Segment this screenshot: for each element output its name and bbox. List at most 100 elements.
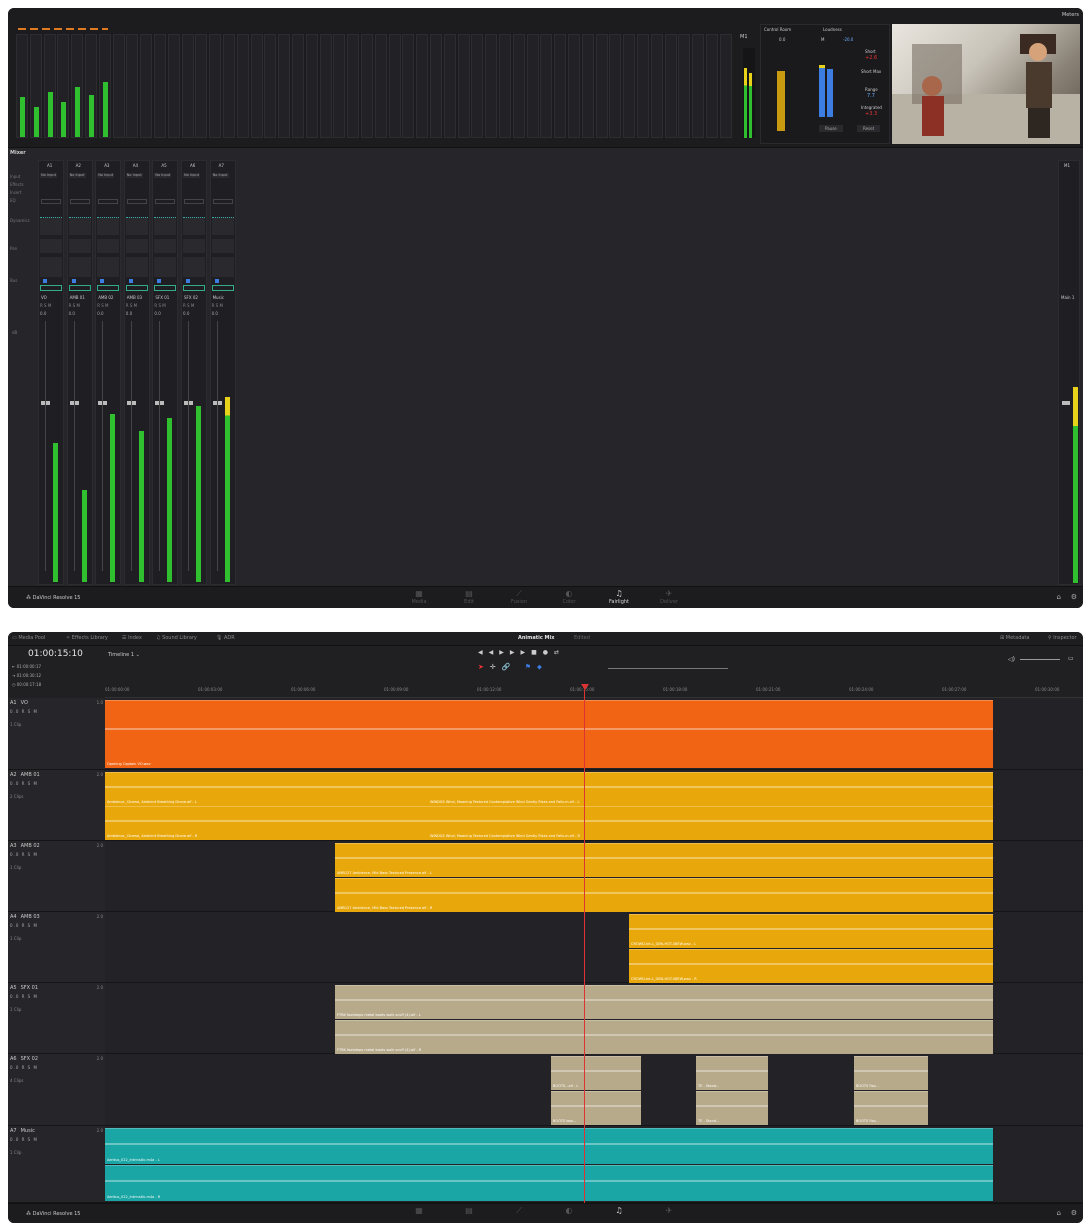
track-header[interactable]: A6 SFX 02 2.0 0.0 R S M 4 Clips — [8, 1054, 105, 1126]
rsm-buttons[interactable]: R S M — [69, 303, 80, 308]
audio-clip[interactable]: WINDGS Wind, Moaning Textured Contemplat… — [428, 806, 993, 840]
track-header[interactable]: A3 AMB 02 2.0 0.0 R S M 1 Clip — [8, 841, 105, 912]
audio-clip[interactable]: FTRK footsteps metal boots walk scuff (4… — [335, 985, 993, 1019]
adr-button[interactable]: 🎙 ADR — [216, 635, 235, 641]
audio-clip[interactable]: AMB127 Ambience, Mid Bass Textured Prese… — [335, 843, 993, 877]
audio-clip[interactable]: BOOTS boo... — [551, 1091, 641, 1125]
control-room-label[interactable]: Control Room — [764, 27, 791, 32]
loop-icon[interactable]: ⇄ — [554, 649, 565, 656]
audio-clip[interactable]: TE - Stand... — [696, 1091, 768, 1125]
pause-button[interactable]: Pause — [819, 125, 843, 132]
insert-slot[interactable] — [184, 199, 204, 204]
media-pool-button[interactable]: ▭ Media Pool — [12, 635, 45, 641]
index-button[interactable]: ☰ Index — [122, 635, 142, 641]
loudness-label[interactable]: Loudness — [823, 27, 842, 32]
audio-clip[interactable]: BOOTS Foo... — [854, 1091, 928, 1125]
track-controls[interactable]: 0.0 R S M — [10, 1065, 38, 1070]
record-icon[interactable]: ● — [543, 649, 554, 656]
input-selector[interactable]: No Input — [40, 173, 57, 178]
zoom-slider[interactable] — [608, 668, 728, 669]
tab-deliver[interactable]: ✈ Deliver — [654, 589, 684, 605]
track-header[interactable]: A2 AMB 01 2.0 0.0 R S M 2 Clips — [8, 770, 105, 841]
pan-control[interactable] — [211, 257, 234, 277]
meters-label[interactable]: Meters — [1062, 12, 1079, 18]
bus-assign[interactable] — [183, 285, 205, 291]
insert-slot[interactable] — [69, 199, 90, 204]
bus-assign[interactable] — [154, 285, 177, 291]
input-selector[interactable]: No Input — [211, 173, 229, 178]
pan-control[interactable] — [97, 257, 120, 277]
input-selector[interactable]: No Input — [154, 173, 172, 178]
tab-media[interactable]: ▦ — [404, 1206, 434, 1216]
dynamics-graph[interactable] — [97, 239, 120, 253]
audio-clip[interactable]: WINDGS Wind, Moaning Textured Contemplat… — [428, 772, 993, 806]
insert-slot[interactable] — [41, 199, 61, 204]
playhead[interactable] — [584, 688, 585, 1203]
tab-fairlight[interactable]: ♫ — [604, 1206, 634, 1216]
audio-clip[interactable]: Ambience_ Drama, Ambient Breathing Drone… — [105, 806, 428, 840]
playhead-marker-icon[interactable] — [581, 684, 589, 690]
pan-control[interactable] — [68, 257, 91, 277]
dynamics-graph[interactable] — [183, 239, 205, 253]
stop-icon[interactable]: ■ — [531, 649, 543, 656]
dynamics-graph[interactable] — [40, 239, 62, 253]
rsm-buttons[interactable]: R S M — [212, 303, 223, 308]
meter-toggle-icon[interactable]: ▭ — [1068, 655, 1074, 662]
pan-control[interactable] — [40, 257, 62, 277]
home-icon[interactable]: ⌂ — [1057, 1209, 1061, 1217]
play-icon[interactable]: ▶ — [520, 649, 531, 656]
tab-fusion[interactable]: ⟋ Fusion — [504, 589, 534, 605]
pan-control[interactable] — [154, 257, 177, 277]
tab-color[interactable]: ◐ Color — [554, 589, 584, 605]
bus-assign[interactable] — [125, 285, 148, 291]
track-header[interactable]: A5 SFX 01 2.0 0.0 R S M 1 Clip — [8, 983, 105, 1054]
track-header[interactable]: A1 VO 1.0 0.0 R S M 1 Clip — [8, 698, 105, 770]
eq-graph[interactable] — [211, 217, 234, 235]
input-selector[interactable]: No Input — [68, 173, 86, 178]
eq-graph[interactable] — [154, 217, 177, 235]
rsm-buttons[interactable]: R S M — [126, 303, 137, 308]
track-controls[interactable]: 0.0 R S M — [10, 1137, 38, 1142]
timeline-ruler[interactable]: 01:00:00:00 01:00:03:00 01:00:06:00 01:00:0… — [105, 686, 1083, 698]
inspector-button[interactable]: ⚲ Inspector — [1048, 635, 1077, 641]
fast-forward-icon[interactable]: ▶▶ — [499, 649, 520, 656]
timeline-selector[interactable]: Timeline 1 ⌄ — [108, 652, 140, 658]
track-header[interactable]: A7 Music 2.0 0.0 R S M 1 Clip — [8, 1126, 105, 1203]
range-tool-icon[interactable]: ✛ — [490, 663, 502, 671]
audio-clip[interactable]: TE - Stand... — [696, 1056, 768, 1090]
pan-control[interactable] — [183, 257, 205, 277]
flag-icon[interactable]: ⚑ — [525, 663, 537, 671]
metadata-button[interactable]: ⊞ Metadata — [1000, 635, 1029, 641]
track-controls[interactable]: 0.0 R S M — [10, 994, 38, 999]
bus-assign[interactable] — [40, 285, 62, 291]
settings-gear-icon[interactable]: ⚙ — [1071, 1209, 1077, 1217]
marker-icon[interactable]: ⬥ — [537, 663, 548, 671]
dynamics-graph[interactable] — [211, 239, 234, 253]
bus-assign[interactable] — [97, 285, 120, 291]
pointer-tool-icon[interactable]: ➤ — [478, 663, 490, 671]
rsm-buttons[interactable]: R S M — [40, 303, 51, 308]
home-icon[interactable]: ⌂ — [1057, 593, 1061, 601]
effects-library-button[interactable]: ✧ Effects Library — [66, 635, 108, 641]
eq-graph[interactable] — [40, 217, 62, 235]
audio-clip[interactable]: AMB127 Ambience, Mid Bass Textured Prese… — [335, 878, 993, 912]
rewind-icon[interactable]: ◀◀ — [478, 649, 499, 656]
audio-clip[interactable]: Ambience_ Drama, Ambient Breathing Drone… — [105, 772, 428, 806]
track-controls[interactable]: 0.0 R S M — [10, 923, 38, 928]
rsm-buttons[interactable]: R S M — [97, 303, 108, 308]
dynamics-graph[interactable] — [154, 239, 177, 253]
rsm-buttons[interactable]: R S M — [154, 303, 165, 308]
tab-media[interactable]: ▦ Media — [404, 589, 434, 605]
tab-edit[interactable]: ▤ Edit — [454, 589, 484, 605]
volume-slider[interactable] — [1020, 659, 1060, 660]
tab-fusion[interactable]: ⟋ — [504, 1206, 534, 1216]
input-selector[interactable]: No Input — [97, 173, 115, 178]
link-icon[interactable]: 🔗 — [502, 663, 517, 671]
audio-clip[interactable]: Opening Captain VO.wav — [105, 700, 993, 768]
dynamics-graph[interactable] — [68, 239, 91, 253]
input-selector[interactable]: No Input — [183, 173, 200, 178]
audio-clip[interactable]: FTRK footsteps metal boots walk scuff (4… — [335, 1020, 993, 1054]
track-header[interactable]: A4 AMB 03 2.0 0.0 R S M 1 Clip — [8, 912, 105, 983]
settings-gear-icon[interactable]: ⚙ — [1071, 593, 1077, 601]
tab-fairlight[interactable]: ♫ Fairlight — [604, 589, 634, 605]
